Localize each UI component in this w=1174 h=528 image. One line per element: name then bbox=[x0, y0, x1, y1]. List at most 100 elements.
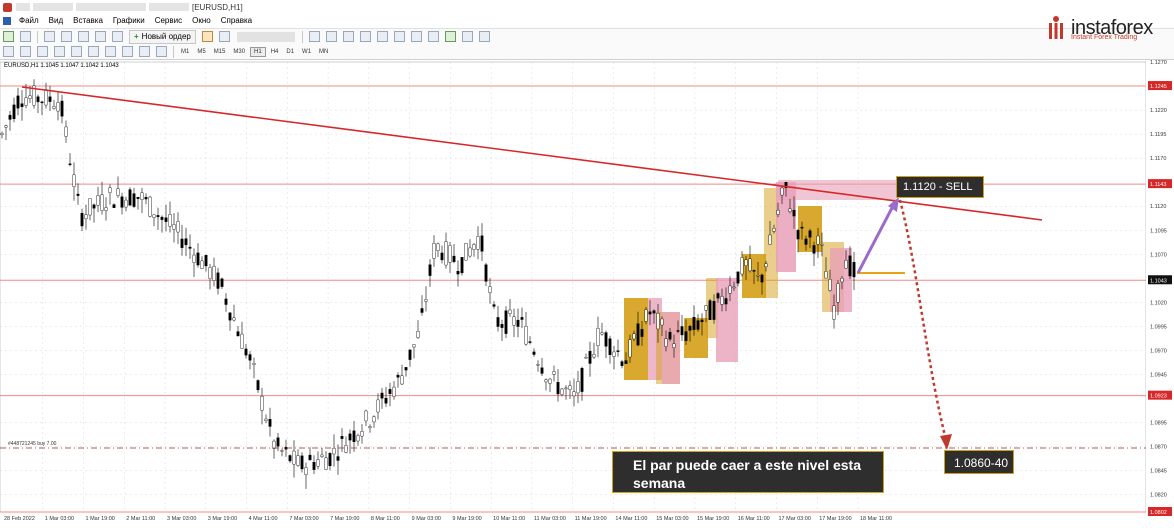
tf-m5[interactable]: M5 bbox=[194, 48, 208, 56]
candle-body bbox=[828, 279, 832, 291]
time-tick-label: 28 Feb 2022 bbox=[4, 516, 35, 522]
candle-body bbox=[4, 125, 8, 128]
profiles-icon[interactable] bbox=[20, 31, 31, 42]
candle-body bbox=[412, 344, 416, 348]
price-tick-label: 1.1195 bbox=[1150, 132, 1166, 138]
zoom-in-icon[interactable] bbox=[359, 31, 371, 42]
chart-shift-icon[interactable] bbox=[427, 31, 439, 42]
terminal-icon[interactable] bbox=[95, 31, 106, 42]
candle-body bbox=[612, 351, 616, 357]
candle-body bbox=[660, 318, 664, 326]
target-callout: 1.0860-40 bbox=[944, 450, 1014, 474]
candle-body bbox=[624, 360, 628, 364]
candle-body bbox=[468, 247, 472, 257]
fibonacci-icon[interactable] bbox=[105, 46, 116, 57]
candle-body bbox=[196, 252, 200, 266]
candle-body bbox=[420, 308, 424, 313]
arrows-icon[interactable] bbox=[156, 46, 167, 57]
price-tick-label: 1.0870 bbox=[1150, 445, 1167, 451]
periods-icon[interactable] bbox=[461, 31, 473, 42]
time-tick-label: 15 Mar 03:00 bbox=[656, 516, 688, 522]
tile-icon[interactable] bbox=[393, 31, 405, 42]
menu-view[interactable]: Вид bbox=[44, 16, 68, 25]
candle-body bbox=[668, 331, 672, 340]
candle-body bbox=[228, 312, 232, 321]
symbol-header: EURUSD,H1 1.1045 1.1047 1.1042 1.1043 bbox=[4, 63, 119, 69]
line-chart-icon[interactable] bbox=[342, 31, 354, 42]
tf-w1[interactable]: W1 bbox=[299, 48, 314, 56]
navigator-icon[interactable] bbox=[78, 31, 89, 42]
metaeditor-icon[interactable] bbox=[201, 31, 213, 42]
candle-body bbox=[804, 238, 808, 245]
indicators-icon[interactable] bbox=[444, 31, 456, 42]
menu-window[interactable]: Окно bbox=[187, 16, 216, 25]
horizontal-line-icon[interactable] bbox=[54, 46, 65, 57]
autotrading-icon[interactable] bbox=[218, 31, 230, 42]
candle-body bbox=[136, 196, 140, 199]
candle-body bbox=[852, 262, 856, 278]
candle-body bbox=[308, 454, 312, 461]
tf-h4[interactable]: H4 bbox=[268, 48, 282, 56]
text-icon[interactable] bbox=[122, 46, 133, 57]
cursor-icon[interactable] bbox=[3, 46, 14, 57]
vertical-line-icon[interactable] bbox=[37, 46, 48, 57]
price-tick-label: 1.1120 bbox=[1150, 204, 1166, 210]
candle-body bbox=[492, 304, 496, 307]
candle-body bbox=[296, 455, 300, 466]
candle-body bbox=[648, 311, 652, 315]
candle-body bbox=[508, 309, 512, 314]
trendline-icon[interactable] bbox=[71, 46, 82, 57]
new-order-button[interactable]: + Новый ордер bbox=[129, 29, 196, 44]
candle-body bbox=[596, 328, 600, 346]
candle-body bbox=[428, 264, 432, 276]
bar-chart-icon[interactable] bbox=[308, 31, 320, 42]
menu-file[interactable]: Файл bbox=[14, 16, 44, 25]
candle-body bbox=[844, 260, 848, 269]
tf-mn[interactable]: MN bbox=[316, 48, 331, 56]
menu-insert[interactable]: Вставка bbox=[68, 16, 108, 25]
equidistant-channel-icon[interactable] bbox=[88, 46, 99, 57]
menu-tools[interactable]: Сервис bbox=[150, 16, 187, 25]
candle-body bbox=[112, 204, 116, 208]
tf-m15[interactable]: M15 bbox=[211, 48, 229, 56]
candle-body bbox=[704, 305, 708, 311]
templates-icon[interactable] bbox=[478, 31, 490, 42]
candle-body bbox=[240, 333, 244, 349]
candle-body bbox=[540, 367, 544, 374]
price-tick-label: 1.0895 bbox=[1150, 421, 1167, 427]
tester-icon[interactable] bbox=[112, 31, 123, 42]
candle-body bbox=[164, 217, 168, 222]
logo-tagline: Instant Forex Trading bbox=[1071, 34, 1138, 41]
candlestick-icon[interactable] bbox=[325, 31, 337, 42]
tf-m1[interactable]: M1 bbox=[178, 48, 192, 56]
menu-charts[interactable]: Графики bbox=[108, 16, 150, 25]
price-tick-label: 1.1043 bbox=[1150, 278, 1167, 284]
zoom-out-icon[interactable] bbox=[376, 31, 388, 42]
tf-m30[interactable]: M30 bbox=[230, 48, 248, 56]
new-chart-icon[interactable] bbox=[3, 31, 14, 42]
menu-help[interactable]: Справка bbox=[216, 16, 257, 25]
candle-body bbox=[204, 255, 208, 267]
candle-body bbox=[696, 320, 700, 330]
autoscroll-icon[interactable] bbox=[410, 31, 422, 42]
market-watch-icon[interactable] bbox=[44, 31, 55, 42]
candle-body bbox=[604, 332, 608, 347]
crosshair-icon[interactable] bbox=[20, 46, 31, 57]
tf-d1[interactable]: D1 bbox=[283, 48, 297, 56]
candle-body bbox=[652, 310, 656, 314]
candle-body bbox=[128, 189, 132, 206]
sell-callout: 1.1120 - SELL bbox=[896, 176, 984, 198]
tf-h1[interactable]: H1 bbox=[250, 46, 266, 57]
candle-body bbox=[104, 207, 108, 211]
candle-body bbox=[320, 454, 324, 457]
candle-body bbox=[12, 104, 16, 120]
title-blur bbox=[149, 3, 189, 11]
candle-body bbox=[172, 224, 176, 230]
data-window-icon[interactable] bbox=[61, 31, 72, 42]
candle-body bbox=[8, 114, 12, 120]
candle-body bbox=[480, 235, 484, 252]
candle-body bbox=[416, 331, 420, 338]
text-label-icon[interactable] bbox=[139, 46, 150, 57]
candle-body bbox=[564, 387, 568, 390]
candle-body bbox=[332, 448, 336, 455]
